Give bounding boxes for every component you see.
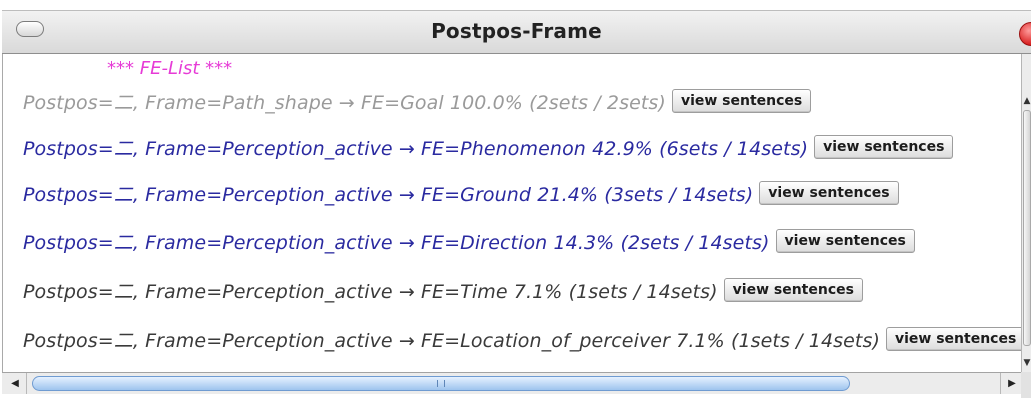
list-item: Postpos=二, Frame=Perception_active → FE=… [23, 275, 863, 305]
fe-entry-text: Postpos=二, Frame=Perception_active → FE=… [23, 183, 754, 206]
horizontal-scrollbar[interactable]: ◀ ▶ [2, 372, 1021, 394]
view-sentences-button[interactable]: view sentences [671, 89, 812, 113]
triangle-up-icon[interactable]: ▲ [1022, 94, 1031, 108]
list-item: Postpos=二, Frame=Perception_active → FE=… [23, 178, 899, 208]
triangle-right-icon[interactable]: ▶ [1000, 373, 1023, 394]
fe-entry-text: Postpos=二, Frame=Perception_active → FE=… [23, 329, 880, 352]
triangle-left-icon[interactable]: ◀ [4, 373, 27, 394]
list-item: Postpos=二, Frame=Perception_active → FE=… [23, 132, 954, 162]
view-sentences-button[interactable]: view sentences [814, 135, 954, 159]
scroll-grip-icon [437, 380, 445, 387]
fe-list-panel: *** FE-List *** Postpos=二, Frame=Path_sh… [2, 54, 1022, 372]
horizontal-scroll-thumb[interactable] [32, 376, 850, 391]
fe-entry-text: Postpos=二, Frame=Perception_active → FE=… [23, 231, 770, 254]
view-sentences-button[interactable]: view sentences [759, 181, 899, 205]
list-item: Postpos=二, Frame=Perception_active → FE=… [23, 226, 915, 256]
vertical-scroll-thumb[interactable] [1023, 110, 1031, 346]
title-bar[interactable]: Postpos-Frame [2, 10, 1031, 54]
list-item: Postpos=二, Frame=Path_shape → FE=Goal 10… [23, 86, 812, 116]
fe-entry-text: Postpos=二, Frame=Perception_active → FE=… [23, 137, 809, 160]
fe-entry-text: Postpos=二, Frame=Perception_active → FE=… [23, 280, 718, 303]
fe-list-header: *** FE-List *** [107, 58, 233, 79]
scroll-corner [1021, 372, 1031, 398]
list-item: Postpos=二, Frame=Perception_active → FE=… [23, 324, 1022, 354]
vertical-scrollbar[interactable]: ▲ ▼ [1021, 54, 1031, 372]
postpos-frame-window: Postpos-Frame *** FE-List *** Postpos=二,… [0, 0, 1031, 398]
view-sentences-button[interactable]: view sentences [775, 229, 915, 253]
fe-entry-text: Postpos=二, Frame=Path_shape → FE=Goal 10… [23, 91, 666, 114]
view-sentences-button[interactable]: view sentences [886, 327, 1022, 351]
window-title: Postpos-Frame [431, 19, 602, 43]
triangle-down-icon[interactable]: ▼ [1022, 356, 1031, 370]
view-sentences-button[interactable]: view sentences [723, 278, 863, 302]
